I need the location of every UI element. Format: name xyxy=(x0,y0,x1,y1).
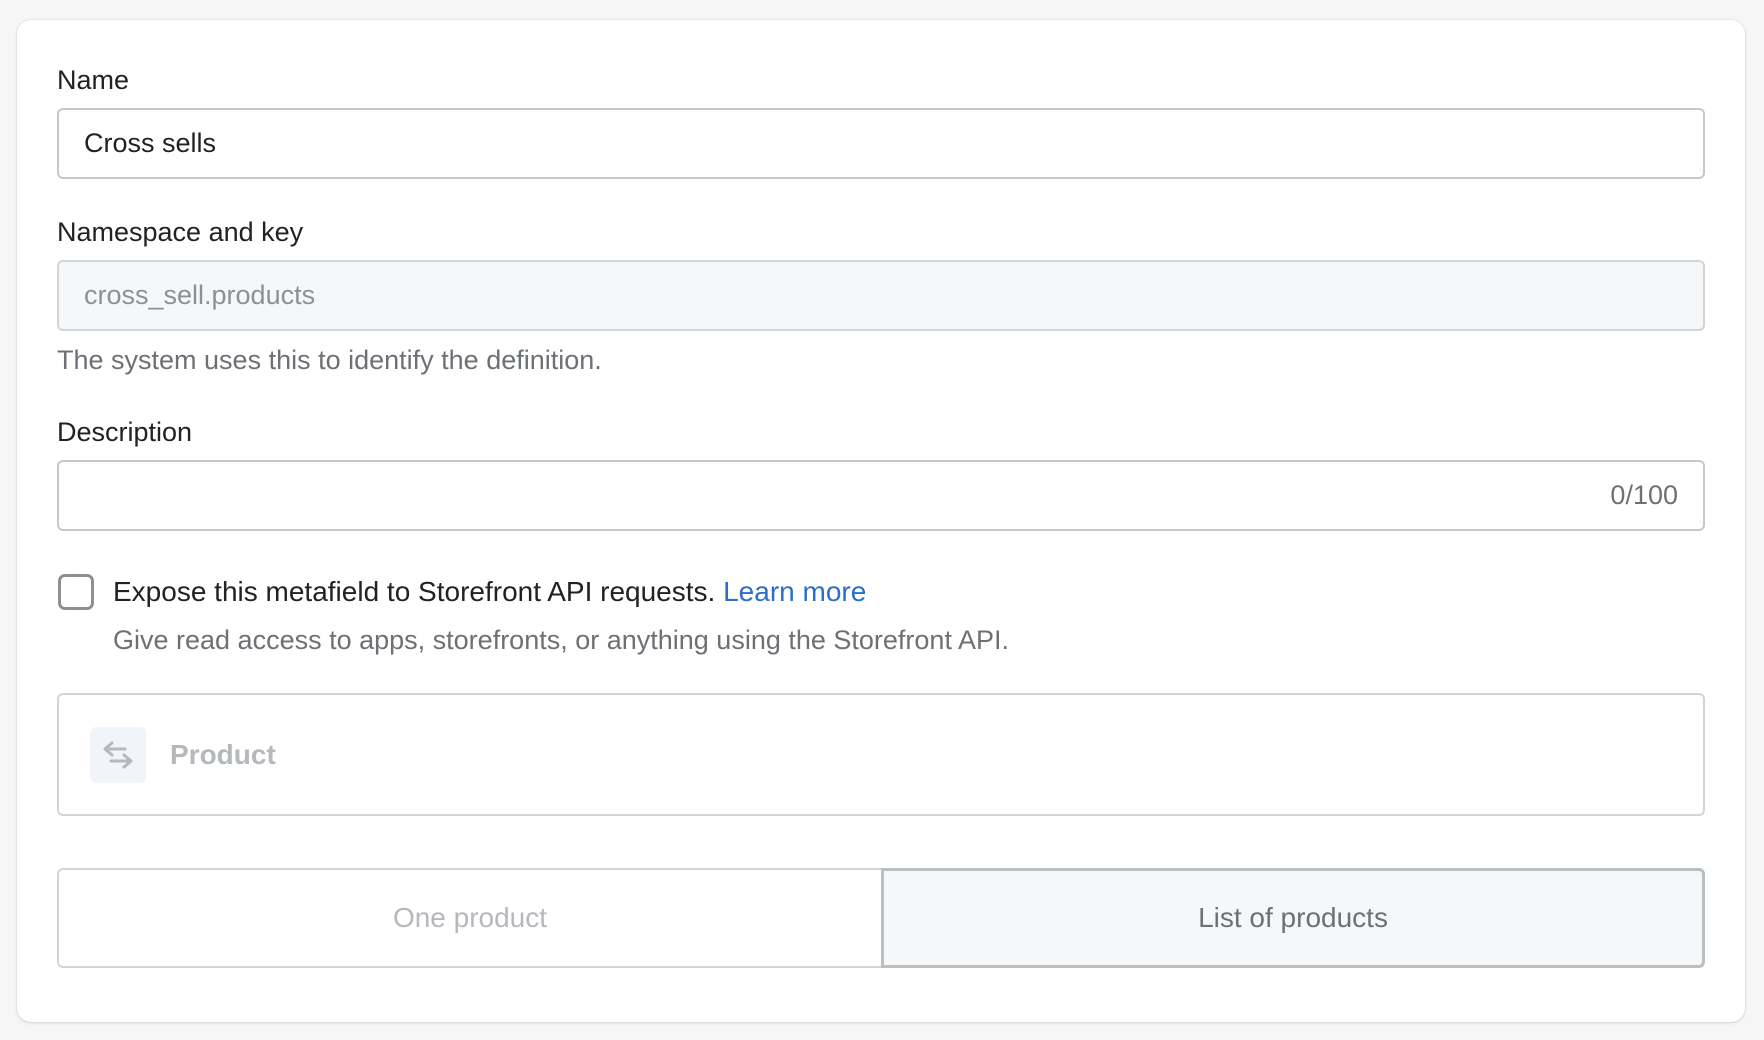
storefront-api-label[interactable]: Expose this metafield to Storefront API … xyxy=(113,575,866,609)
storefront-api-help-text: Give read access to apps, storefronts, o… xyxy=(113,625,1009,655)
character-counter: 0/100 xyxy=(1610,480,1678,510)
description-label: Description xyxy=(57,417,193,447)
list-of-products-label: List of products xyxy=(1198,902,1388,933)
learn-more-link[interactable]: Learn more xyxy=(723,576,866,607)
swap-arrows-icon xyxy=(90,726,146,783)
name-input[interactable]: Cross sells xyxy=(57,108,1705,179)
namespace-key-value: cross_sell.products xyxy=(84,280,316,310)
one-product-option[interactable]: One product xyxy=(57,868,881,968)
name-input-value: Cross sells xyxy=(84,128,217,158)
storefront-api-checkbox[interactable] xyxy=(58,574,94,610)
type-selector: Product xyxy=(57,693,1705,816)
namespace-label: Namespace and key xyxy=(57,217,304,247)
one-product-label: One product xyxy=(392,902,548,933)
description-input[interactable]: 0/100 xyxy=(57,460,1705,531)
storefront-api-label-text: Expose this metafield to Storefront API … xyxy=(113,576,716,607)
type-label: Product xyxy=(170,738,276,770)
namespace-key-input: cross_sell.products xyxy=(57,260,1705,331)
namespace-help-text: The system uses this to identify the def… xyxy=(57,345,602,375)
name-label: Name xyxy=(57,65,130,95)
list-of-products-option[interactable]: List of products xyxy=(881,868,1705,968)
metafield-definition-card: Name Cross sells Namespace and key cross… xyxy=(17,20,1745,1022)
